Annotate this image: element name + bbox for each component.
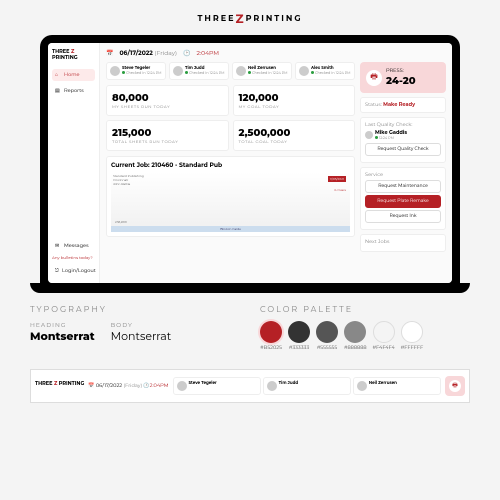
- person-card[interactable]: Neil ZerrusenChecked in 12:24 PM: [232, 62, 292, 80]
- job-date-badge: 11/05/2021: [328, 176, 346, 182]
- person-card[interactable]: Alex SmithChecked in 12:24 PM: [295, 62, 355, 80]
- metric-card: 120,000MY GOAL TODAY: [233, 85, 356, 116]
- request-qc-button[interactable]: Request Quality Check: [365, 143, 441, 156]
- service-panel: Service Request Maintenance Request Plat…: [360, 167, 446, 230]
- time-text: 2:04PM: [196, 49, 219, 57]
- topbar: 📅 06/17/2022 (Friday) 🕑 2:04PM: [106, 49, 446, 57]
- laptop-base: [30, 283, 470, 293]
- avatar: [365, 131, 373, 139]
- request-ink-button[interactable]: Request Ink: [365, 210, 441, 223]
- metric-card: 215,000TOTAL SHEETS RUN TODAY: [106, 120, 229, 151]
- avatar: [299, 66, 309, 76]
- person-card[interactable]: Neil Zerrusen: [353, 377, 441, 395]
- person-card[interactable]: Steve TegelerChecked in 12:24 PM: [106, 62, 166, 80]
- sidebar-item-reports[interactable]: ▤Reports: [52, 85, 95, 97]
- logout-link[interactable]: ⎋Login/Logout: [52, 265, 95, 277]
- sidebar-logo: THREE Z PRINTING: [52, 49, 95, 61]
- typography-section: TYPOGRAPHY HEADINGMontserrat BODYMontser…: [30, 305, 240, 351]
- avatar: [267, 381, 277, 391]
- next-jobs-panel: Next Jobs: [360, 234, 446, 252]
- avatar: [110, 66, 120, 76]
- sidebar: THREE Z PRINTING ⌂Home ▤Reports ✉Message…: [48, 43, 100, 283]
- avatar: [173, 66, 183, 76]
- message-icon: ✉: [55, 243, 61, 249]
- status-panel: Status: Make Ready: [360, 97, 446, 113]
- color-swatch: #888888: [344, 321, 367, 351]
- file-icon: ▤: [55, 88, 61, 94]
- job-ticket[interactable]: Standard PublishingCincinnatiJohn Rettle…: [111, 172, 350, 232]
- printer-icon: 🖶: [366, 70, 382, 86]
- person-card[interactable]: Tim Judd: [263, 377, 351, 395]
- person-card[interactable]: Tim JuddChecked in 12:24 PM: [169, 62, 229, 80]
- qc-panel: Last Quality Check: Mike Gaddis12:24 PM …: [360, 117, 446, 163]
- printer-icon: 🖶: [449, 380, 461, 392]
- request-maintenance-button[interactable]: Request Maintenance: [365, 180, 441, 193]
- date-text: 06/17/2022 (Friday): [119, 49, 176, 57]
- color-swatch: #FFFFFF: [401, 321, 423, 351]
- press-badge: 🖶 PRESS:24-20: [360, 62, 446, 93]
- current-job-panel: Current Job: 210460 - Standard Pub Stand…: [106, 156, 355, 237]
- metric-card: 80,000MY SHEETS RUN TODAY: [106, 85, 229, 116]
- press-badge: 🖶: [445, 376, 465, 396]
- sidebar-item-messages[interactable]: ✉Messages: [52, 240, 95, 252]
- sidebar-notice: Any bulletins today?: [52, 256, 95, 261]
- home-icon: ⌂: [55, 72, 61, 78]
- strip-logo: THREE Z PRINTING: [35, 381, 84, 387]
- color-swatch: #B52025: [260, 321, 282, 351]
- sidebar-item-home[interactable]: ⌂Home: [52, 69, 95, 81]
- avatar: [357, 381, 367, 391]
- palette-section: COLOR PALETTE #B52025 #333333 #555555 #8…: [260, 305, 470, 351]
- logout-icon: ⎋: [55, 268, 59, 274]
- person-card[interactable]: Steve Tegeler: [173, 377, 261, 395]
- brand-logo: THREEZPRINTING: [0, 12, 500, 27]
- metric-card: 2,500,000TOTAL GOAL TODAY: [233, 120, 356, 151]
- laptop-frame: THREE Z PRINTING ⌂Home ▤Reports ✉Message…: [40, 35, 460, 283]
- preview-strip: THREE Z PRINTING 📅 06/17/2022 (Friday) 🕑…: [30, 369, 470, 403]
- clock-icon: 🕑: [183, 49, 190, 57]
- avatar: [236, 66, 246, 76]
- color-swatch: #555555: [316, 321, 338, 351]
- avatar: [177, 381, 187, 391]
- calendar-icon: 📅: [106, 49, 113, 57]
- request-plate-button[interactable]: Request Plate Remake: [365, 195, 441, 208]
- color-swatch: #F4F4F4: [373, 321, 395, 351]
- color-swatch: #333333: [288, 321, 310, 351]
